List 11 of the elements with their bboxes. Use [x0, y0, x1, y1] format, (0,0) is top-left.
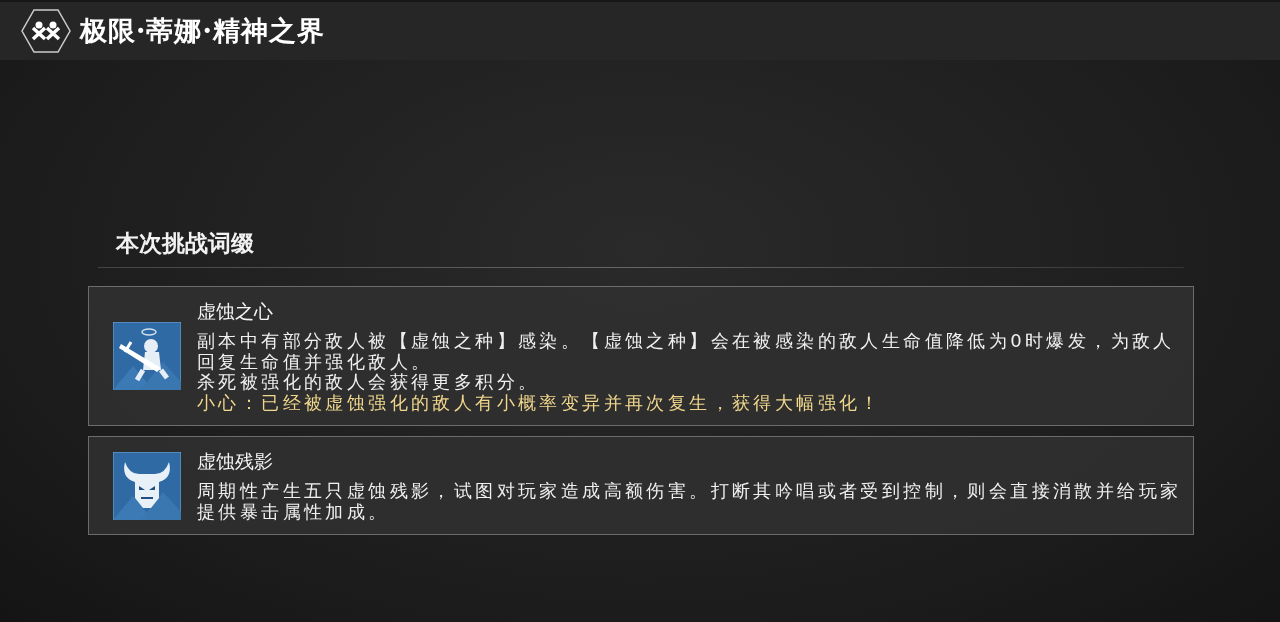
sword-icon [113, 322, 181, 390]
affix-description: 副本中有部分敌人被【虚蚀之种】感染。【虚蚀之种】会在被感染的敌人生命值降低为0时爆发，为敌人回复生命值并强化敌人。 [197, 331, 1176, 372]
page-title: 极限·蒂娜·精神之界 [80, 14, 325, 48]
affix-name: 虚蚀残影 [197, 449, 274, 474]
warning-text: 小心：已经被虚蚀强化的敌人有小概率变异并再次复生，获得大幅强化！ [197, 392, 883, 413]
affix-description: 杀死被强化的敌人会获得更多积分。 [197, 372, 541, 393]
affix-description: 周期性产生五只虚蚀残影，试图对玩家造成高额伤害。打断其吟唱或者受到控制，则会直接消散并给玩家提供暴击属性加成。 [197, 481, 1183, 522]
demon-mask-icon [113, 451, 181, 520]
affix-name: 虚蚀之心 [197, 299, 274, 324]
section-heading: 本次挑战词缀 [116, 228, 255, 258]
logo-icon [20, 8, 72, 54]
